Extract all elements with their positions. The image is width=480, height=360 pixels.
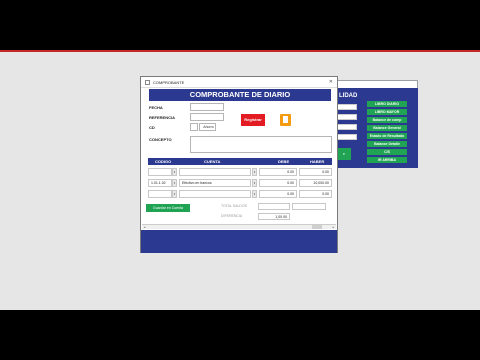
haber-cell[interactable]: 0.00 <box>299 168 332 176</box>
table-row[interactable]: ▾ ▾ 0.00 0.00 <box>148 190 332 198</box>
table-row[interactable]: 1.01.1.02 ▾ Efectivo en bancos ▾ 0.00 10… <box>148 179 332 187</box>
horizontal-scrollbar[interactable]: ◂ ▸ <box>142 224 336 229</box>
background-field[interactable] <box>337 124 357 130</box>
codigo-dropdown-icon[interactable]: ▾ <box>172 168 177 176</box>
total-haber-field <box>292 203 326 210</box>
libro-diario-button[interactable]: LIBRO DIARIO <box>367 101 407 107</box>
form-header: COMPROBANTE DE DIARIO <box>149 89 331 101</box>
cuenta-dropdown-icon[interactable]: ▾ <box>252 179 257 187</box>
scroll-left-icon[interactable]: ◂ <box>142 225 147 229</box>
table-header: CODIGO CUENTA DEBE HABER <box>148 158 332 165</box>
screen: LIDAD LIBRO DIARIO LIBRO MAYOR Balance d… <box>0 0 480 360</box>
app-icon <box>145 79 150 85</box>
codigo-cell[interactable] <box>148 190 172 198</box>
haber-cell[interactable]: 0.00 <box>299 190 332 198</box>
document-icon[interactable] <box>280 114 291 126</box>
close-icon[interactable]: ✕ <box>329 79 333 85</box>
background-field[interactable] <box>337 114 357 120</box>
haber-cell[interactable]: 10,000.00 <box>299 179 332 187</box>
fecha-label: FECHA <box>149 105 163 110</box>
col-haber: HABER <box>310 159 325 164</box>
cuenta-dropdown-icon[interactable]: ▾ <box>252 168 257 176</box>
cd-label: CD <box>149 125 155 130</box>
balance-general-button[interactable]: Balance General <box>367 125 407 131</box>
background-window-panel: LIDAD LIBRO DIARIO LIBRO MAYOR Balance d… <box>329 88 418 168</box>
referencia-field[interactable] <box>190 113 224 121</box>
scroll-right-icon[interactable]: ▸ <box>331 225 336 229</box>
cuenta-cell[interactable] <box>179 168 251 176</box>
referencia-label: REFERENCIA <box>149 115 176 120</box>
comprobante-window[interactable]: COMPROBANTE ✕ COMPROBANTE DE DIARIO FECH… <box>140 76 338 253</box>
background-window[interactable]: LIDAD LIBRO DIARIO LIBRO MAYOR Balance d… <box>328 80 418 168</box>
background-field[interactable] <box>337 104 357 110</box>
letterbox-bottom <box>0 310 480 360</box>
concepto-field[interactable] <box>190 136 332 153</box>
estado-resultado-button[interactable]: Estado de Resultado <box>367 133 407 139</box>
libro-mayor-button[interactable]: LIBRO MAYOR <box>367 109 407 115</box>
top-accent-strip <box>0 50 480 52</box>
window-title: COMPROBANTE <box>153 79 185 85</box>
diferencia-field: 1,00.00 <box>258 213 290 220</box>
codigo-cell[interactable]: 1.01.1.02 <box>148 179 172 187</box>
cuenta-dropdown-icon[interactable]: ▾ <box>252 190 257 198</box>
background-small-button[interactable]: e <box>337 148 351 160</box>
cuenta-cell[interactable] <box>179 190 251 198</box>
diferencia-label: DIFERENCIA <box>221 214 243 218</box>
concepto-label: CONCEPTO <box>149 137 172 142</box>
background-window-title: LIDAD <box>339 93 358 99</box>
cd-code-field[interactable] <box>190 123 198 131</box>
cs-button[interactable]: C/S <box>367 149 407 155</box>
footer-bar <box>141 230 337 253</box>
guardar-cuenta-button[interactable]: Guardar en Cuenta <box>146 204 190 212</box>
col-cuenta: CUENTA <box>204 159 221 164</box>
col-codigo: CODIGO <box>155 159 172 164</box>
window-titlebar[interactable]: COMPROBANTE <box>141 77 337 88</box>
scroll-thumb[interactable] <box>312 225 322 229</box>
ir-arriba-button[interactable]: IR ARRIBA <box>367 157 407 163</box>
codigo-dropdown-icon[interactable]: ▾ <box>172 179 177 187</box>
debe-cell[interactable]: 0.00 <box>259 190 297 198</box>
total-saldos-label: TOTAL SALDOS <box>221 204 247 208</box>
registrar-button[interactable]: Registrar <box>241 114 265 126</box>
balance-comprobacion-button[interactable]: Balance de comp <box>367 117 407 123</box>
background-window-titlebar[interactable] <box>329 81 417 88</box>
cd-select[interactable]: Ahorro <box>199 123 216 131</box>
cuenta-cell[interactable]: Efectivo en bancos <box>179 179 251 187</box>
total-debe-field <box>258 203 290 210</box>
letterbox-top <box>0 0 480 50</box>
background-field[interactable] <box>337 134 357 140</box>
debe-cell[interactable]: 0.00 <box>259 179 297 187</box>
fecha-field[interactable] <box>190 103 224 111</box>
codigo-cell[interactable] <box>148 168 172 176</box>
debe-cell[interactable]: 0.00 <box>259 168 297 176</box>
balance-detalle-button[interactable]: Balance Detalle <box>367 141 407 147</box>
table-row[interactable]: ▾ ▾ 0.00 0.00 <box>148 168 332 176</box>
codigo-dropdown-icon[interactable]: ▾ <box>172 190 177 198</box>
col-debe: DEBE <box>278 159 290 164</box>
